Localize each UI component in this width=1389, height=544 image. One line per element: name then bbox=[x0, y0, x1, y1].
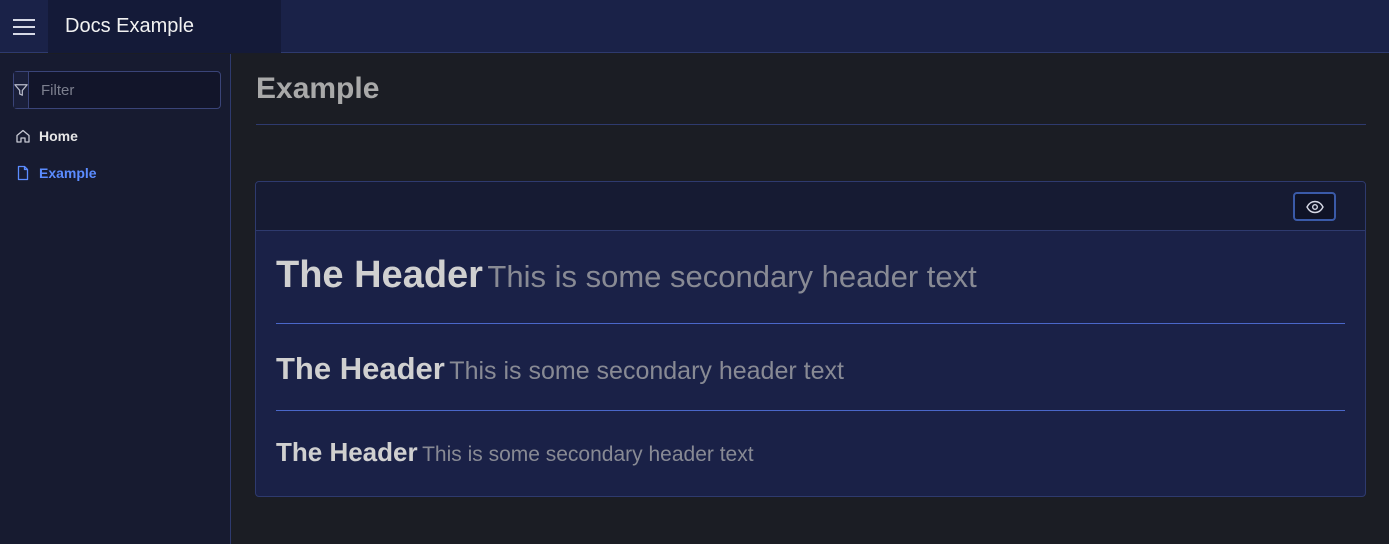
sidebar-item-label: Example bbox=[39, 165, 97, 181]
header-secondary-text: This is some secondary header text bbox=[422, 443, 754, 466]
title-divider bbox=[256, 124, 1366, 125]
header-level-3: The Header This is some secondary header… bbox=[276, 437, 754, 468]
card-toolbar bbox=[256, 182, 1365, 231]
header-level-2: The Header This is some secondary header… bbox=[276, 351, 844, 387]
header-secondary-text: This is some secondary header text bbox=[487, 259, 977, 294]
top-bar: Docs Example bbox=[0, 0, 1389, 53]
example-card: The Header This is some secondary header… bbox=[255, 181, 1366, 497]
filter-input[interactable] bbox=[29, 72, 240, 108]
eye-icon bbox=[1305, 200, 1324, 213]
page-title: Example bbox=[256, 72, 380, 105]
hamburger-menu-icon bbox=[13, 18, 35, 35]
header-divider bbox=[276, 323, 1345, 324]
header-secondary-text: This is some secondary header text bbox=[449, 357, 844, 385]
header-divider bbox=[276, 410, 1345, 411]
app-title[interactable]: Docs Example bbox=[48, 0, 281, 53]
home-icon bbox=[16, 129, 30, 143]
menu-button[interactable] bbox=[0, 0, 48, 53]
sidebar-item-example[interactable]: Example bbox=[15, 162, 97, 184]
sidebar: Home Example bbox=[0, 54, 240, 544]
header-main-text: The Header bbox=[276, 254, 483, 296]
filter-icon-box bbox=[14, 72, 29, 108]
header-level-1: The Header This is some secondary header… bbox=[276, 254, 977, 297]
filter-group bbox=[13, 71, 240, 109]
sidebar-item-label: Home bbox=[39, 128, 78, 144]
filter-icon bbox=[14, 84, 28, 96]
header-main-text: The Header bbox=[276, 351, 445, 386]
toggle-view-button[interactable] bbox=[1293, 192, 1336, 221]
header-main-text: The Header bbox=[276, 437, 418, 467]
sidebar-item-home[interactable]: Home bbox=[15, 125, 78, 147]
file-icon bbox=[17, 165, 29, 181]
